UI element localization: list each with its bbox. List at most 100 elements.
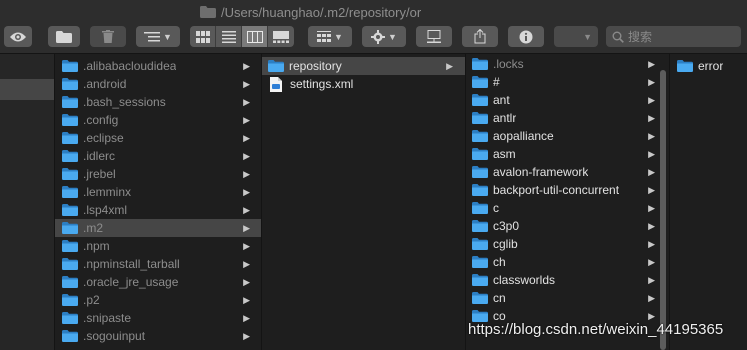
chevron-right-icon: ▶ <box>243 313 250 323</box>
chevron-right-icon: ▶ <box>648 95 655 105</box>
info-button[interactable] <box>508 26 544 47</box>
chevron-right-icon: ▶ <box>243 259 250 269</box>
folder-item[interactable]: .locks ▶ <box>466 55 669 73</box>
share-button[interactable] <box>462 26 498 47</box>
folder-item[interactable]: .m2 ▶ <box>55 219 261 237</box>
folder-item[interactable]: aopalliance ▶ <box>466 127 669 145</box>
chevron-right-icon: ▶ <box>648 131 655 141</box>
group-button[interactable]: ▼ <box>308 26 352 47</box>
chevron-right-icon: ▶ <box>648 293 655 303</box>
search-input[interactable] <box>628 29 728 44</box>
item-name: .p2 <box>83 293 100 307</box>
search-field[interactable] <box>606 26 741 47</box>
folder-icon <box>472 58 488 70</box>
folder-icon <box>62 96 78 108</box>
trash-button[interactable] <box>90 26 126 47</box>
toolbar: ▼ ▼ ▼ ▼ <box>0 24 747 54</box>
folder-item[interactable]: .eclipse ▶ <box>55 129 261 147</box>
icon-view-button[interactable] <box>190 26 216 47</box>
folder-item[interactable]: .android ▶ <box>55 75 261 93</box>
folder-item[interactable]: .snipaste ▶ <box>55 309 261 327</box>
folder-icon <box>472 148 488 160</box>
chevron-right-icon: ▶ <box>648 149 655 159</box>
folder-item[interactable]: .alibabacloudidea ▶ <box>55 57 261 75</box>
trash-icon <box>102 30 114 43</box>
chevron-right-icon: ▶ <box>648 167 655 177</box>
folder-item[interactable]: .bash_sessions ▶ <box>55 93 261 111</box>
share-icon <box>474 29 486 44</box>
chevron-right-icon: ▶ <box>446 61 453 71</box>
folder-icon <box>62 186 78 198</box>
folder-item[interactable]: # ▶ <box>466 73 669 91</box>
chevron-right-icon: ▶ <box>648 59 655 69</box>
item-name: error <box>698 59 724 73</box>
folder-item[interactable]: classworlds ▶ <box>466 271 669 289</box>
item-name: .android <box>83 77 127 91</box>
gallery-view-button[interactable] <box>268 26 294 47</box>
folder-item[interactable]: .idlerc ▶ <box>55 147 261 165</box>
chevron-right-icon: ▶ <box>648 275 655 285</box>
folder-item[interactable]: .p2 ▶ <box>55 291 261 309</box>
folder-item[interactable]: .lemminx ▶ <box>55 183 261 201</box>
folder-icon <box>62 78 78 90</box>
folder-icon <box>62 150 78 162</box>
folder-item[interactable]: .jrebel ▶ <box>55 165 261 183</box>
chevron-right-icon: ▶ <box>243 133 250 143</box>
folder-item[interactable]: .oracle_jre_usage ▶ <box>55 273 261 291</box>
chevron-right-icon: ▶ <box>243 187 250 197</box>
action-button[interactable]: ▼ <box>362 26 406 47</box>
folder-icon <box>472 94 488 106</box>
item-name: repository <box>289 59 342 73</box>
watermark: https://blog.csdn.net/weixin_44195365 <box>468 321 724 338</box>
list-options-button[interactable]: ▼ <box>136 26 180 47</box>
tag-dropdown-button[interactable]: ▼ <box>554 26 598 47</box>
item-name: backport-util-concurrent <box>493 183 620 197</box>
column-view-button[interactable] <box>242 26 268 47</box>
folder-item[interactable]: cn ▶ <box>466 289 669 307</box>
folder-icon <box>62 114 78 126</box>
folder-item[interactable]: antlr ▶ <box>466 109 669 127</box>
sidebar-selected-item[interactable] <box>0 79 54 100</box>
chevron-down-icon: ▼ <box>583 31 592 42</box>
browser-column-1: .alibabacloudidea ▶ .android ▶ .bash_session… <box>55 54 262 350</box>
connect-button[interactable] <box>416 26 452 47</box>
folder-item[interactable]: c3p0 ▶ <box>466 217 669 235</box>
column-scrollbar[interactable] <box>660 70 666 350</box>
folder-icon <box>62 258 78 270</box>
folder-item[interactable]: .config ▶ <box>55 111 261 129</box>
folder-item[interactable]: .npminstall_tarball ▶ <box>55 255 261 273</box>
chevron-right-icon: ▶ <box>648 185 655 195</box>
list-view-button[interactable] <box>216 26 242 47</box>
chevron-down-icon: ▼ <box>388 31 397 42</box>
folder-icon <box>472 202 488 214</box>
item-name: antlr <box>493 111 517 125</box>
new-folder-button[interactable] <box>48 26 80 47</box>
folder-item[interactable]: repository ▶ <box>262 57 465 75</box>
item-name: .lemminx <box>83 185 132 199</box>
folder-icon <box>62 240 78 252</box>
item-name: cglib <box>493 237 518 251</box>
quick-look-button[interactable] <box>4 26 32 47</box>
file-item[interactable]: settings.xml <box>262 75 465 93</box>
item-name: c <box>493 201 499 215</box>
item-name: .npm <box>83 239 110 253</box>
folder-item[interactable]: c ▶ <box>466 199 669 217</box>
chevron-right-icon: ▶ <box>243 295 250 305</box>
folder-item[interactable]: asm ▶ <box>466 145 669 163</box>
item-name: ant <box>493 93 510 107</box>
folder-item[interactable]: ch ▶ <box>466 253 669 271</box>
folder-icon <box>472 166 488 178</box>
folder-item[interactable]: avalon-framework ▶ <box>466 163 669 181</box>
window-title: /Users/huanghao/.m2/repository/or <box>200 4 421 20</box>
folder-item[interactable]: error <box>670 57 747 75</box>
folder-item[interactable]: .lsp4xml ▶ <box>55 201 261 219</box>
sidebar <box>0 54 55 350</box>
chevron-right-icon: ▶ <box>243 205 250 215</box>
folder-item[interactable]: .npm ▶ <box>55 237 261 255</box>
folder-item[interactable]: .sogouinput ▶ <box>55 327 261 345</box>
folder-item[interactable]: cglib ▶ <box>466 235 669 253</box>
chevron-right-icon: ▶ <box>243 223 250 233</box>
folder-icon <box>62 312 78 324</box>
folder-item[interactable]: backport-util-concurrent ▶ <box>466 181 669 199</box>
folder-item[interactable]: ant ▶ <box>466 91 669 109</box>
